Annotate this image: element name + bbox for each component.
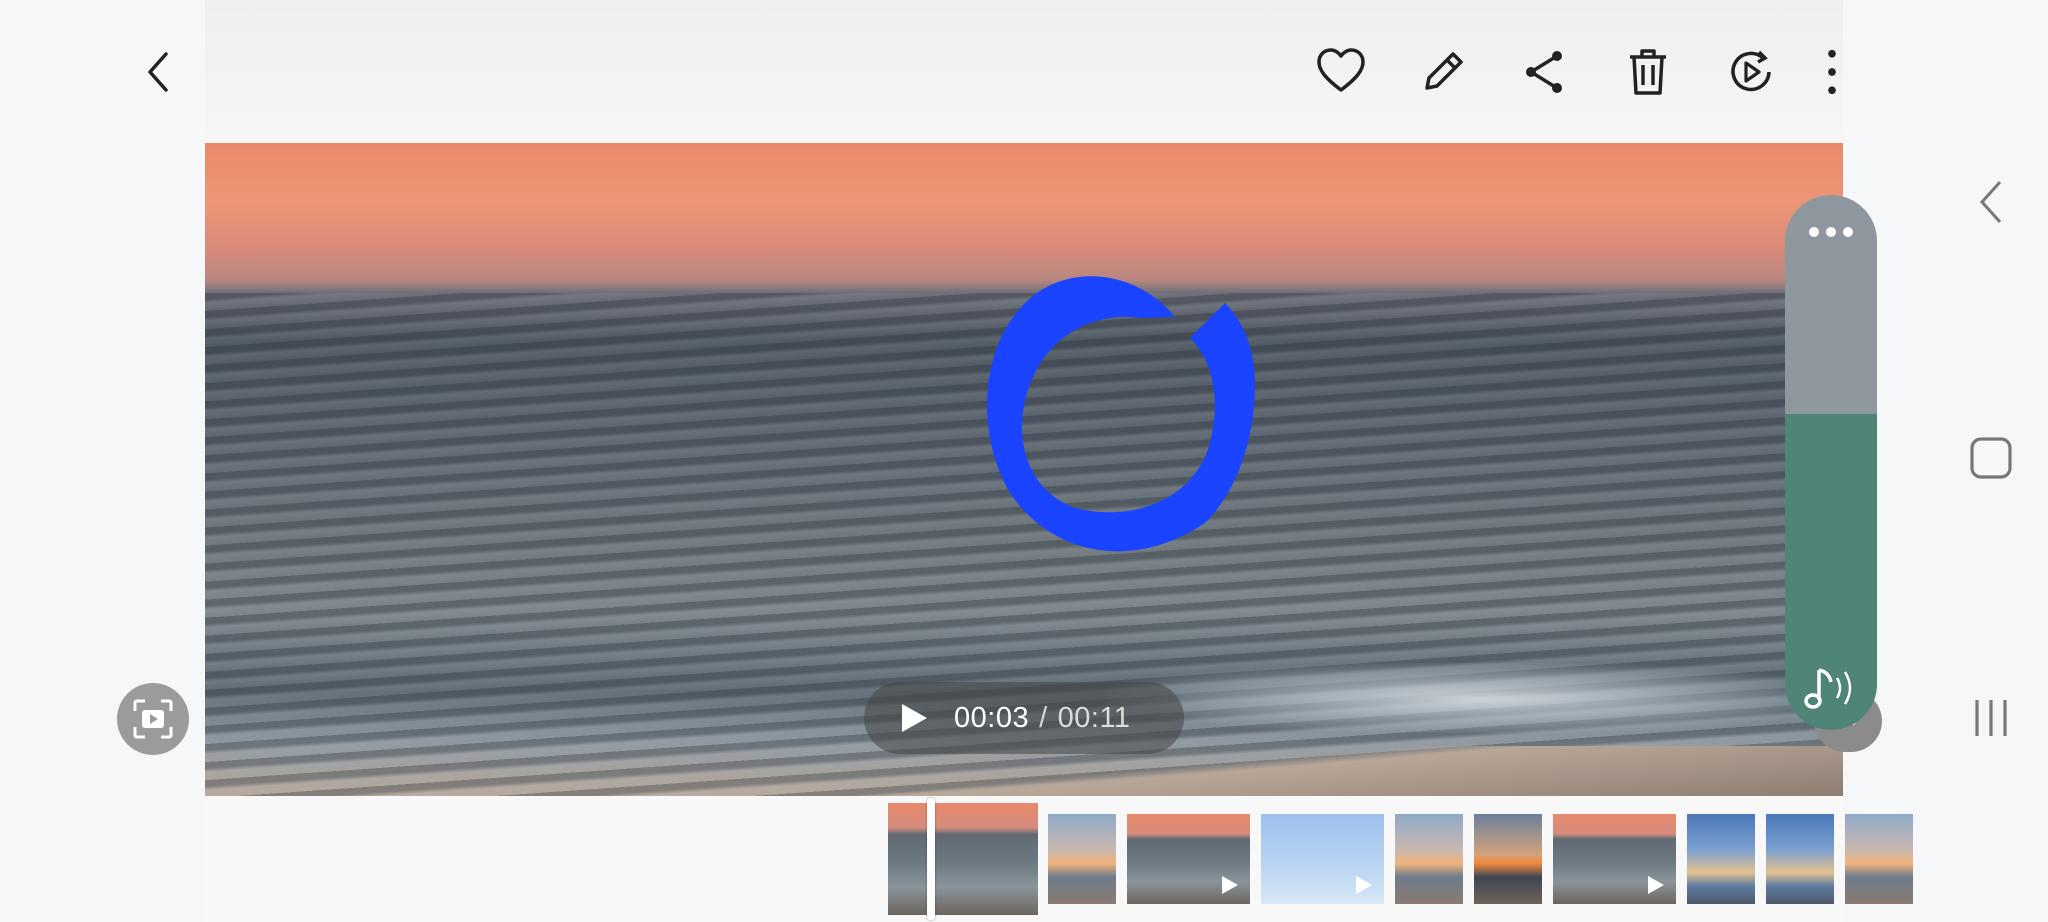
more-vert-icon: [1828, 49, 1836, 95]
filmstrip-thumbnail[interactable]: [1048, 814, 1116, 904]
back-button[interactable]: [125, 37, 195, 107]
scrubber-handle[interactable]: [927, 798, 935, 920]
more-options-button[interactable]: [1807, 37, 1857, 107]
play-icon[interactable]: [896, 701, 930, 735]
time-display: 00:03 / 00:11: [954, 702, 1131, 735]
filmstrip-thumbnail[interactable]: [1687, 814, 1755, 904]
filmstrip-thumbnail[interactable]: [1766, 814, 1834, 904]
pencil-icon: [1425, 52, 1463, 90]
loading-spinner-icon: [987, 276, 1255, 552]
heart-icon: [1317, 48, 1365, 92]
back-arrow-icon: [148, 52, 168, 92]
share-icon: [1526, 51, 1562, 93]
total-time: 00:11: [1057, 701, 1131, 734]
filmstrip-thumbnail[interactable]: [1127, 814, 1250, 904]
left-margin: [0, 0, 205, 922]
current-time: 00:03: [954, 701, 1030, 734]
system-home-button[interactable]: [1963, 430, 2019, 486]
panel-more-button[interactable]: [1785, 225, 1877, 244]
edit-button[interactable]: [1408, 37, 1478, 107]
trash-icon: [1630, 49, 1666, 95]
share-button[interactable]: [1510, 37, 1580, 107]
system-recents-button[interactable]: [1963, 690, 2019, 746]
filmstrip-thumbnail[interactable]: [1261, 814, 1384, 904]
home-square-icon: [1970, 437, 2012, 479]
delete-button[interactable]: [1613, 37, 1683, 107]
video-play-icon: [1356, 876, 1372, 894]
filmstrip-thumbnail[interactable]: [1474, 814, 1542, 904]
filmstrip-thumbnail[interactable]: [1553, 814, 1676, 904]
audio-volume-panel[interactable]: [1785, 195, 1877, 730]
filmstrip-thumbnail[interactable]: [1395, 814, 1463, 904]
motion-play-button[interactable]: [1716, 37, 1786, 107]
recents-icon: [1975, 700, 2007, 736]
video-play-icon: [1648, 876, 1664, 894]
filmstrip-thumbnail[interactable]: [1845, 814, 1913, 904]
top-toolbar: [205, 0, 1843, 143]
surf: [1105, 663, 1843, 733]
more-horiz-icon: [1809, 227, 1853, 237]
capture-frame-button[interactable]: [117, 683, 189, 755]
time-separator: /: [1039, 701, 1048, 734]
favorite-button[interactable]: [1306, 37, 1376, 107]
back-chevron-icon: [1979, 180, 2002, 224]
music-note-icon: [1804, 668, 1852, 709]
motion-play-icon: [1731, 50, 1771, 92]
video-play-icon: [1222, 876, 1238, 894]
capture-frame-icon: [133, 699, 173, 739]
filmstrip-thumbnail[interactable]: [888, 803, 1038, 915]
playback-control[interactable]: 00:03 / 00:11: [864, 682, 1184, 754]
system-back-button[interactable]: [1966, 172, 2016, 232]
